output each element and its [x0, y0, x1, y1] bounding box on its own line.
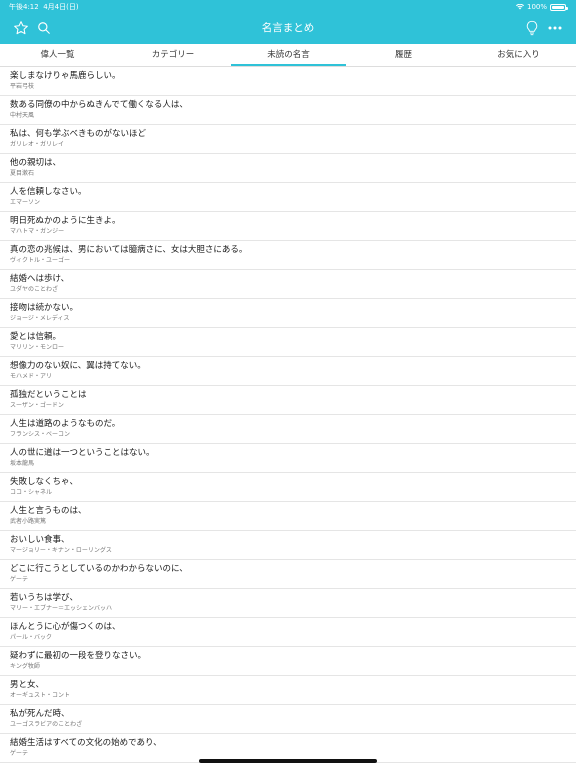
status-right: 100% — [515, 0, 568, 14]
quote-author: ゲーテ — [10, 750, 29, 757]
tab-unread[interactable]: 未読の名言 — [231, 44, 346, 66]
quote-text: 疑わずに最初の一段を登りなさい。 — [10, 651, 147, 661]
list-item[interactable]: 人生と言うものは、 武者小路実篤 — [0, 502, 576, 531]
battery-percent: 100% — [526, 3, 547, 11]
quote-text: 人生は道路のようなものだ。 — [10, 419, 121, 429]
quote-author: ガリレオ・ガリレイ — [10, 141, 65, 148]
tab-history[interactable]: 履歴 — [346, 44, 461, 66]
quote-text: 孤独だということは — [10, 390, 87, 400]
quote-list: 楽しまなけりゃ馬鹿らしい。 平岩弓枝 数ある同僚の中からぬきんでて働くなる人は、中… — [0, 67, 576, 763]
quote-text: 想像力のない奴に、翼は持てない。 — [10, 361, 146, 371]
list-item[interactable]: 数ある同僚の中からぬきんでて働くなる人は、 中村天風 — [0, 96, 576, 125]
status-time: 午後4:12 — [9, 3, 39, 11]
quote-text: 結婚生活はすべての文化の始めであり、 — [10, 738, 162, 748]
quote-text: 他の親切は、 — [10, 158, 62, 168]
quote-text: どこに行こうとしているのかわからないのに、 — [10, 564, 188, 574]
quote-text: 結婚へは歩け、 — [10, 274, 70, 284]
quote-text: 真の恋の兆候は、男においては臆病さに、女は大胆さにある。 — [10, 245, 248, 255]
page-title: 名言まとめ — [261, 22, 315, 34]
list-item[interactable]: 愛とは信頼。 マリリン・モンロー — [0, 328, 576, 357]
quote-author: ココ・シャネル — [10, 489, 53, 496]
quote-author: マハトマ・ガンジー — [10, 228, 65, 235]
list-item[interactable]: 私は、何も学ぶべきものがないほど ガリレオ・ガリレイ — [0, 125, 576, 154]
quote-author: 夏目漱石 — [10, 170, 35, 177]
tab-category[interactable]: カテゴリー — [115, 44, 231, 66]
quote-author: マリー・エブナー＝エッシェンバッハ — [10, 605, 113, 612]
tab-people[interactable]: 偉人一覧 — [0, 44, 115, 66]
tab-bar: 偉人一覧 カテゴリー 未読の名言 履歴 お気に入り — [0, 44, 576, 67]
list-item[interactable]: 人の世に道は一つということはない。 坂本龍馬 — [0, 444, 576, 473]
quote-text: 人を信頼しなさい。 — [10, 187, 87, 197]
list-item[interactable]: 明日死ぬかのように生きよ。 マハトマ・ガンジー — [0, 212, 576, 241]
quote-author: 中村天風 — [10, 112, 35, 119]
quote-text: 接吻は続かない。 — [10, 303, 79, 313]
quote-author: 武者小路実篤 — [10, 518, 47, 525]
quote-author: マリリン・モンロー — [10, 344, 65, 351]
wifi-icon — [515, 4, 524, 10]
lightbulb-icon[interactable] — [522, 18, 542, 38]
list-item[interactable]: 男と女、オーギュスト・コント — [0, 676, 576, 705]
quote-author: ヴィクトル・ユーゴー — [10, 257, 71, 264]
quote-author: エマーソン — [10, 199, 41, 206]
status-date: 4月4日(日) — [43, 3, 79, 11]
quote-text: 人の世に道は一つということはない。 — [10, 448, 155, 458]
quote-author: オーギュスト・コント — [10, 692, 71, 699]
list-item[interactable]: 若いうちは学び、マリー・エブナー＝エッシェンバッハ — [0, 589, 576, 618]
status-bar: 午後4:12 4月4日(日) 100% — [0, 0, 576, 14]
quote-text: 楽しまなけりゃ馬鹿らしい。 — [10, 71, 121, 81]
quote-author: ユダヤのことわざ — [10, 286, 59, 293]
list-item[interactable]: 人生は道路のようなものだ。 フランシス・ベーコン — [0, 415, 576, 444]
quote-author: モハメド・アリ — [10, 373, 53, 380]
quote-text: 私は、何も学ぶべきものがないほど — [10, 129, 147, 139]
quote-text: 人生と言うものは、 — [10, 506, 87, 516]
quote-text: ほんとうに心が傷つくのは、 — [10, 622, 121, 632]
quote-author: ユーゴスラビアのことわざ — [10, 721, 83, 728]
quote-author: ゲーテ — [10, 576, 29, 583]
list-item[interactable]: おいしい食事、マージョリー・キナン・ローリングス — [0, 531, 576, 560]
list-item[interactable]: ほんとうに心が傷つくのは、 パール・バック — [0, 618, 576, 647]
list-item[interactable]: 結婚へは歩け、 ユダヤのことわざ — [0, 270, 576, 299]
tab-favorites[interactable]: お気に入り — [461, 44, 576, 66]
quote-author: フランシス・ベーコン — [10, 431, 71, 438]
list-item[interactable]: 他の親切は、 夏目漱石 — [0, 154, 576, 183]
battery-icon — [550, 3, 568, 11]
list-item[interactable]: 人を信頼しなさい。 エマーソン — [0, 183, 576, 212]
list-item[interactable]: 失敗しなくちゃ、 ココ・シャネル — [0, 473, 576, 502]
quote-text: おいしい食事、 — [10, 535, 70, 545]
quote-author: 平岩弓枝 — [10, 83, 35, 90]
list-item[interactable]: 想像力のない奴に、翼は持てない。 モハメド・アリ — [0, 357, 576, 386]
quote-text: 数ある同僚の中からぬきんでて働くなる人は、 — [10, 100, 188, 110]
more-icon[interactable] — [545, 18, 565, 38]
list-item[interactable]: 私が死んだ時、ユーゴスラビアのことわざ — [0, 705, 576, 734]
quote-author: 坂本龍馬 — [10, 460, 35, 467]
quote-author: キング牧師 — [10, 663, 40, 670]
quote-author: マージョリー・キナン・ローリングス — [10, 547, 112, 554]
list-item[interactable]: 楽しまなけりゃ馬鹿らしい。 平岩弓枝 — [0, 67, 576, 96]
quote-text: 私が死んだ時、 — [10, 709, 70, 719]
list-item[interactable]: 疑わずに最初の一段を登りなさい。 キング牧師 — [0, 647, 576, 676]
quote-text: 愛とは信頼。 — [10, 332, 62, 342]
list-item[interactable]: 孤独だということは スーザン・ゴードン — [0, 386, 576, 415]
tab-selected-indicator — [231, 64, 346, 66]
status-left: 午後4:12 4月4日(日) — [9, 0, 79, 14]
quote-author: ジョージ・メレディス — [10, 315, 70, 322]
navbar: 名言まとめ — [0, 14, 576, 44]
app-header: 午後4:12 4月4日(日) 100% 名言まとめ — [0, 0, 576, 44]
list-item[interactable]: どこに行こうとしているのかわからないのに、 ゲーテ — [0, 560, 576, 589]
quote-text: 失敗しなくちゃ、 — [10, 477, 79, 487]
quote-author: パール・バック — [10, 634, 53, 641]
quote-text: 明日死ぬかのように生きよ。 — [10, 216, 121, 226]
list-item[interactable]: 真の恋の兆候は、男においては臆病さに、女は大胆さにある。 ヴィクトル・ユーゴー — [0, 241, 576, 270]
home-indicator[interactable] — [199, 759, 377, 763]
quote-text: 若いうちは学び、 — [10, 593, 79, 603]
quote-text: 男と女、 — [10, 680, 45, 690]
quote-author: スーザン・ゴードン — [10, 402, 64, 409]
list-item[interactable]: 接吻は続かない。 ジョージ・メレディス — [0, 299, 576, 328]
